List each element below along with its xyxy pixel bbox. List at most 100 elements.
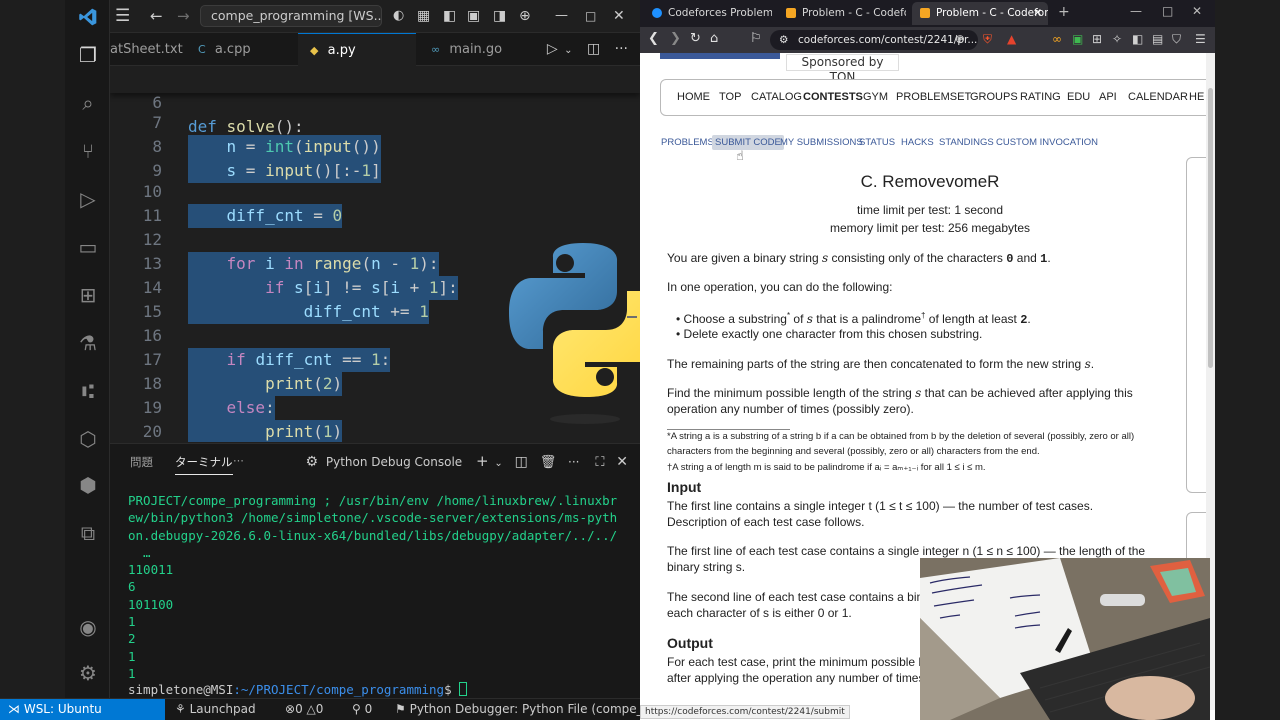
- close-panel-icon[interactable]: ✕: [616, 454, 628, 470]
- command-center-search[interactable]: compe_programming [WS...: [200, 5, 382, 27]
- menu-gym[interactable]: GYM: [863, 91, 888, 103]
- trash-icon[interactable]: 🗑: [540, 455, 557, 470]
- account-icon[interactable]: ◉: [75, 614, 101, 640]
- git-graph-icon[interactable]: ⑆: [75, 378, 101, 404]
- submenu-hacks[interactable]: HACKS: [901, 137, 934, 148]
- menu-home[interactable]: HOME: [677, 91, 710, 103]
- testing-flask-icon[interactable]: ⧉: [75, 520, 101, 546]
- maximize-panel-icon[interactable]: ⛶: [595, 455, 604, 470]
- maximize-icon[interactable]: □: [1162, 4, 1173, 18]
- run-icon[interactable]: ▷: [547, 41, 558, 57]
- code-editor[interactable]: 6 def solve(): 7 n = int(input()) 8 s = …: [110, 66, 640, 442]
- menu-top[interactable]: TOP: [719, 91, 741, 103]
- ports-counter[interactable]: ⚲ 0: [352, 699, 372, 720]
- reload-icon[interactable]: ↻: [690, 31, 701, 46]
- close-window-icon[interactable]: ✕: [1192, 4, 1202, 18]
- sponsor-banner[interactable]: Sponsored by TON: [786, 54, 899, 84]
- home-icon[interactable]: ⌂: [710, 31, 718, 46]
- submenu-submit-code[interactable]: SUBMIT CODE: [712, 135, 784, 150]
- back-arrow-icon[interactable]: ←: [150, 7, 163, 25]
- browser-tab-active[interactable]: Problem - C - Codefor ✕: [912, 2, 1048, 25]
- menu-help[interactable]: HE: [1189, 91, 1204, 103]
- chevron-down-icon[interactable]: ⌄: [564, 45, 572, 56]
- menu-calendar[interactable]: CALENDAR: [1128, 91, 1188, 103]
- menu-catalog[interactable]: CATALOG: [751, 91, 802, 103]
- tab-problems[interactable]: 問題: [130, 454, 153, 470]
- extensions-icon[interactable]: ⊞: [75, 282, 101, 308]
- site-info-icon[interactable]: ⚙: [779, 30, 788, 50]
- tab-cheatsheet[interactable]: atSheet.txt: [110, 33, 188, 66]
- scrollbar-thumb[interactable]: [1208, 88, 1213, 368]
- testing-icon[interactable]: ⚗: [75, 330, 101, 356]
- debugger-status[interactable]: ⚑ Python Debugger: Python File (compe_: [395, 699, 643, 720]
- bookmark-icon[interactable]: ⚐: [750, 31, 762, 46]
- close-window-icon[interactable]: ✕: [613, 7, 625, 25]
- close-tab-icon[interactable]: ✕: [1033, 2, 1042, 25]
- copilot-icon[interactable]: ◐: [393, 7, 404, 25]
- toggle-secondary-sidebar-icon[interactable]: ◨: [493, 7, 506, 25]
- wallet-icon[interactable]: ▤: [1152, 32, 1163, 46]
- more-actions-icon[interactable]: ···: [568, 455, 579, 469]
- python-icon[interactable]: ⬢: [75, 472, 101, 498]
- container-icon[interactable]: ⬡: [75, 426, 101, 452]
- menu-api[interactable]: API: [1099, 91, 1117, 103]
- menu-icon[interactable]: ☰: [115, 7, 130, 25]
- new-tab-icon[interactable]: +: [1058, 4, 1070, 20]
- tab-main-go[interactable]: ∞ main.go: [425, 33, 535, 66]
- problems-counter[interactable]: ⊗0 △0: [285, 699, 323, 720]
- chevron-down-icon[interactable]: ⌄: [494, 458, 502, 469]
- minimize-icon[interactable]: —: [1130, 4, 1142, 18]
- terminal-prompt[interactable]: simpletone@MSI:~/PROJECT/compe_programmi…: [128, 682, 468, 697]
- sidebar-icon[interactable]: ◧: [1132, 32, 1143, 46]
- browser-tab[interactable]: Problem - C - Codeforces: [778, 2, 906, 25]
- zoom-icon[interactable]: ⊕: [955, 32, 965, 46]
- menu-rating[interactable]: RATING: [1020, 91, 1061, 103]
- browser-tab[interactable]: Codeforces Problems: [644, 2, 772, 25]
- submenu-my-submissions[interactable]: MY SUBMISSIONS: [780, 137, 863, 148]
- forward-arrow-icon[interactable]: →: [177, 7, 190, 25]
- extensions-puzzle-icon[interactable]: ✧: [1112, 32, 1122, 46]
- terminal-name[interactable]: Python Debug Console: [326, 455, 462, 469]
- tab-terminal[interactable]: ターミナル: [175, 454, 233, 475]
- submenu-custom-invocation[interactable]: CUSTOM INVOCATION: [996, 137, 1098, 148]
- split-editor-icon[interactable]: ◫: [587, 41, 600, 57]
- source-control-icon[interactable]: ⑂: [75, 138, 101, 164]
- menu-edu[interactable]: EDU: [1067, 91, 1090, 103]
- forward-icon[interactable]: ❯: [670, 31, 681, 46]
- terminal-output[interactable]: PROJECT/compe_programming ; /usr/bin/env…: [128, 492, 633, 682]
- menu-problemset[interactable]: PROBLEMSET: [896, 91, 971, 103]
- tab-a-cpp[interactable]: C a.cpp: [192, 33, 297, 66]
- minimize-icon[interactable]: —: [555, 7, 568, 25]
- settings-gear-icon[interactable]: ⚙: [75, 660, 101, 686]
- submenu-standings[interactable]: STANDINGS: [939, 137, 994, 148]
- tab-a-py[interactable]: ◆ a.py: [298, 33, 416, 66]
- layout-grid-icon[interactable]: ▦: [417, 7, 430, 25]
- maximize-icon[interactable]: □: [585, 7, 596, 25]
- globe-icon[interactable]: ⊕: [519, 7, 531, 25]
- explorer-icon[interactable]: ❐: [75, 42, 101, 68]
- menu-icon[interactable]: ☰: [1195, 32, 1206, 46]
- split-terminal-icon[interactable]: ◫: [515, 454, 528, 470]
- toggle-sidebar-icon[interactable]: ◧: [443, 7, 456, 25]
- submenu-status[interactable]: STATUS: [859, 137, 895, 148]
- submenu-problems[interactable]: PROBLEMS: [661, 137, 714, 148]
- brave-rewards-icon[interactable]: ▲: [1007, 32, 1016, 46]
- menu-contests[interactable]: CONTESTS: [803, 91, 863, 103]
- extension-icon[interactable]: ∞: [1052, 32, 1062, 46]
- new-terminal-icon[interactable]: +: [476, 452, 489, 470]
- panel-more-button[interactable]: ···: [233, 454, 244, 468]
- launchpad-item[interactable]: ⚘ Launchpad: [175, 699, 256, 720]
- vpn-icon[interactable]: ⛉: [1172, 32, 1181, 47]
- remote-explorer-icon[interactable]: ▭: [75, 234, 101, 260]
- search-icon[interactable]: ⌕: [75, 90, 101, 116]
- back-icon[interactable]: ❮: [648, 31, 659, 46]
- toggle-panel-icon[interactable]: ▣: [467, 7, 480, 25]
- extension-icon[interactable]: ▣: [1072, 32, 1083, 46]
- brave-shield-icon[interactable]: ⛨: [983, 32, 992, 47]
- extension-icon[interactable]: ⊞: [1092, 32, 1102, 46]
- run-debug-icon[interactable]: ▷: [75, 186, 101, 212]
- more-actions-icon[interactable]: ···: [615, 41, 628, 57]
- menu-groups[interactable]: GROUPS: [970, 91, 1018, 103]
- address-bar[interactable]: ⚙ codeforces.com/contest/2241/pr...: [770, 30, 978, 50]
- remote-indicator[interactable]: ⋊ WSL: Ubuntu: [0, 699, 165, 720]
